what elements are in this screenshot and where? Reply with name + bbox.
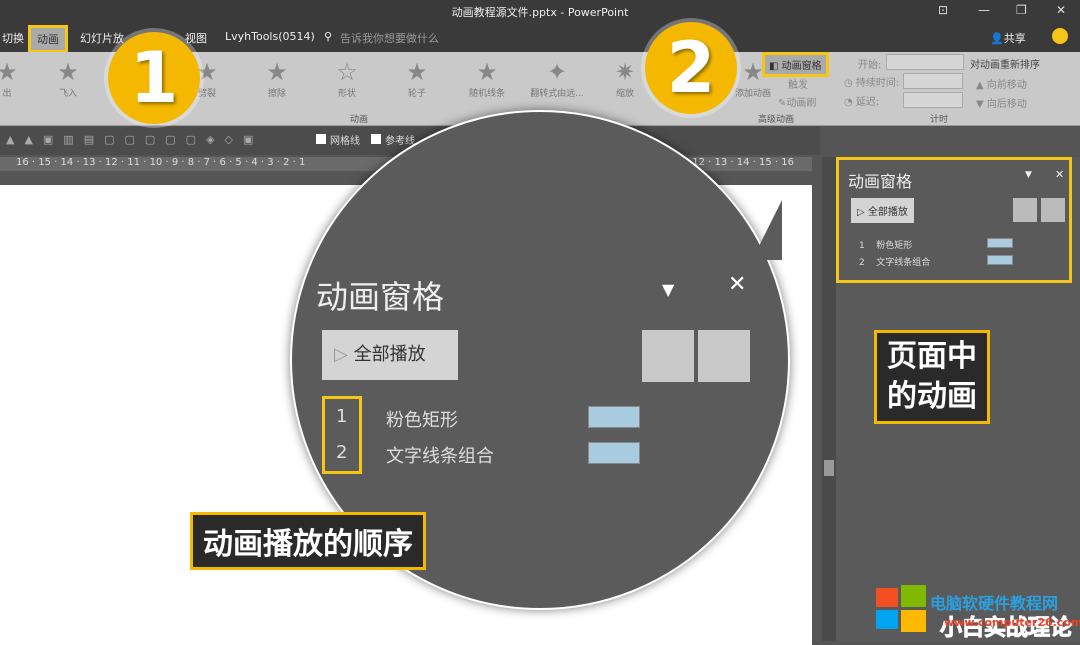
timing-bar [987, 255, 1013, 265]
gridlines-checkbox[interactable] [316, 134, 326, 144]
start-select[interactable] [886, 54, 964, 70]
effect-grow-turn[interactable]: ✦ 翻转式由远... [522, 58, 592, 99]
zoomed-timing-bar [588, 406, 640, 428]
zoomed-close-icon: ✕ [728, 272, 747, 297]
group-label-advanced: 高级动画 [758, 115, 795, 125]
effect-wipe[interactable]: ★ 擦除 [252, 58, 302, 99]
title-bar: 动画教程源文件.pptx - PowerPoint ⊡ — ❐ ✕ [0, 0, 1080, 22]
ruler-left-ticks: 16 · 15 · 14 · 13 · 12 · 11 · 10 · 9 · 8… [16, 157, 306, 168]
scrollbar-thumb[interactable] [824, 460, 834, 476]
star-icon: ★ [406, 58, 428, 86]
gridlines-label: 网格线 [330, 136, 360, 147]
watermark-url: www.computer26.com [944, 616, 1080, 629]
search-input[interactable]: 告诉我你想要做什么 [340, 30, 439, 46]
effect-fly-in[interactable]: ★ 飞入 [43, 58, 93, 99]
move-earlier-button[interactable]: ▲ 向前移动 [976, 76, 1027, 91]
star-icon: ★ [476, 58, 498, 86]
list-item[interactable]: 1 粉色矩形 [859, 238, 912, 251]
list-item[interactable]: 2 文字线条组合 [859, 255, 930, 268]
effect-fade-out[interactable]: ★ 出 [0, 58, 32, 99]
star-icon: ✦ [546, 58, 568, 86]
share-button[interactable]: 👤共享 [990, 30, 1026, 46]
star-icon: ★ [0, 58, 18, 86]
tab-transitions[interactable]: 切换 [2, 30, 24, 46]
clock-icon: ◔ [844, 97, 856, 108]
effect-wheel[interactable]: ★ 轮子 [392, 58, 442, 99]
move-down-button[interactable] [1041, 198, 1065, 222]
duration-input[interactable] [903, 73, 963, 89]
star-icon: ✷ [614, 58, 636, 86]
close-button[interactable]: ✕ [1056, 3, 1066, 17]
start-label: 开始: [858, 60, 882, 71]
tab-animations[interactable]: 动画 [28, 25, 68, 53]
tab-view[interactable]: 视图 [185, 30, 207, 46]
group-label-timing: 计时 [930, 115, 949, 125]
effect-shape[interactable]: ☆ 形状 [322, 58, 372, 99]
zoomed-play-all-button: ▷ 全部播放 [322, 330, 458, 380]
zoomed-pane-title: 动画窗格 [316, 278, 445, 316]
delay-input[interactable] [903, 92, 963, 108]
reorder-label: 对动画重新排序 [970, 60, 1040, 71]
user-icon: 👤 [990, 32, 1004, 45]
zoomed-up-button [642, 330, 694, 382]
effect-zoom[interactable]: ✷ 缩放 [600, 58, 650, 99]
clock-icon: ◷ [844, 78, 856, 89]
step-2-badge: 2 [645, 22, 737, 114]
share-label: 共享 [1003, 32, 1026, 45]
zoomed-item-name: 文字线条组合 [386, 446, 494, 467]
star-icon: ★ [57, 58, 79, 86]
trigger-button[interactable]: 触发 [788, 76, 808, 91]
guides-checkbox[interactable] [371, 134, 381, 144]
magnifier-pointer [752, 200, 782, 260]
search-icon: ⚲ [324, 30, 333, 43]
zoomed-item-num: 2 [336, 442, 348, 463]
tab-slideshow[interactable]: 幻灯片放 [80, 30, 124, 46]
restore-button[interactable]: ❐ [1016, 3, 1027, 17]
pane-icon: ◧ [769, 61, 782, 72]
group-label-animation: 动画 [350, 115, 369, 125]
smiley-icon[interactable] [1052, 28, 1068, 44]
play-all-button[interactable]: ▷ 全部播放 [851, 198, 914, 223]
timing-bar [987, 238, 1013, 248]
animation-painter-button[interactable]: ✎动画刷 [778, 94, 816, 109]
delay-label: ◔ 延迟: [844, 97, 880, 108]
step-1-badge: 1 [108, 32, 200, 124]
pane-title: 动画窗格 [848, 172, 913, 191]
align-tools-icons[interactable]: ▲▲▣▥▤▢▢▢▢▢◈◇▣ [6, 133, 263, 146]
pane-close-icon[interactable]: ✕ [1055, 168, 1064, 181]
zoomed-item-name: 粉色矩形 [386, 410, 458, 431]
vertical-scrollbar[interactable] [822, 157, 836, 641]
zoomed-item-num: 1 [336, 406, 348, 427]
windows-logo [876, 585, 926, 632]
zoomed-timing-bar [588, 442, 640, 464]
animation-pane-button[interactable]: ◧ 动画窗格 [762, 52, 829, 77]
star-icon: ★ [266, 58, 288, 86]
pane-options-icon[interactable]: ▼ [1025, 170, 1032, 180]
page-animation-callout: 页面中 的动画 [874, 330, 990, 424]
duration-label: ◷ 持续时间: [844, 78, 900, 89]
animation-pane-highlight: 动画窗格 ▼ ✕ ▷ 全部播放 1 粉色矩形 2 文字线条组合 [836, 157, 1072, 283]
move-up-button[interactable] [1013, 198, 1037, 222]
zoomed-down-button [698, 330, 750, 382]
window-title: 动画教程源文件.pptx - PowerPoint [451, 6, 629, 19]
tab-lvyhtools[interactable]: LvyhTools(0514) [225, 30, 315, 43]
ribbon-display-button[interactable]: ⊡ [938, 3, 948, 17]
zoomed-options-icon: ▼ [662, 280, 675, 299]
order-callout: 动画播放的顺序 [190, 512, 426, 570]
effect-random-bars[interactable]: ★ 随机线条 [462, 58, 512, 99]
move-later-button[interactable]: ▼ 向后移动 [976, 95, 1027, 110]
star-icon: ☆ [336, 58, 358, 86]
minimize-button[interactable]: — [978, 3, 990, 17]
